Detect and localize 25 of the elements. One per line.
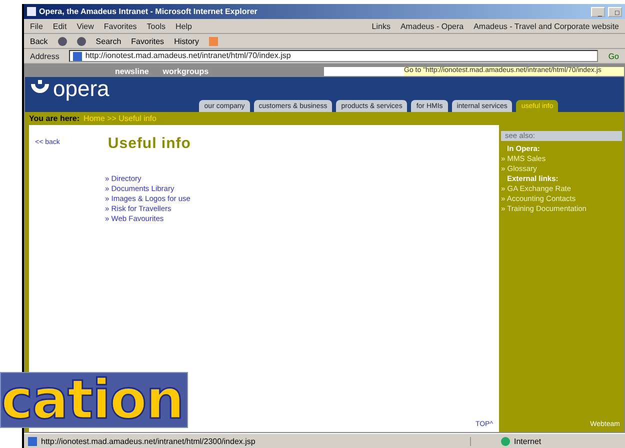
back-button[interactable]: Back: [30, 36, 48, 46]
menu-item[interactable]: Help: [175, 22, 192, 30]
links-label: Links: [372, 22, 390, 30]
zone-label: Internet: [514, 436, 542, 446]
menu-item[interactable]: View: [76, 22, 94, 30]
address-value: http://ionotest.mad.amadeus.net/intranet/html/70/index.jsp: [85, 51, 291, 61]
toolbar-button[interactable]: Favorites: [131, 36, 164, 46]
goto-field[interactable]: [324, 66, 404, 76]
breadcrumb-label: You are here:: [29, 114, 80, 123]
status-url: http://ionotest.mad.amadeus.net/intranet/html/2300/index.jsp: [41, 436, 256, 446]
address-label: Address: [30, 52, 60, 60]
menu-item[interactable]: File: [30, 22, 43, 30]
menu-item[interactable]: Edit: [52, 22, 67, 30]
link-button[interactable]: Amadeus - Opera: [400, 22, 464, 30]
address-field[interactable]: http://ionotest.mad.amadeus.net/intranet/html/70/index.jsp: [69, 50, 598, 62]
toolbar-button[interactable]: History: [174, 36, 199, 46]
page-heading: Useful info: [108, 135, 191, 152]
window-title: Opera, the Amadeus Intranet - Microsoft Internet Explorer: [39, 7, 258, 16]
menu-item[interactable]: Favorites: [104, 22, 137, 30]
toolbar-button[interactable]: Search: [96, 36, 122, 46]
link-button[interactable]: Amadeus - Travel and Corporate website: [474, 22, 619, 30]
menu-item[interactable]: Tools: [146, 22, 166, 30]
slide-title: cation: [0, 372, 188, 428]
site-logo[interactable]: opera: [53, 77, 110, 101]
go-button[interactable]: Go: [608, 52, 619, 60]
